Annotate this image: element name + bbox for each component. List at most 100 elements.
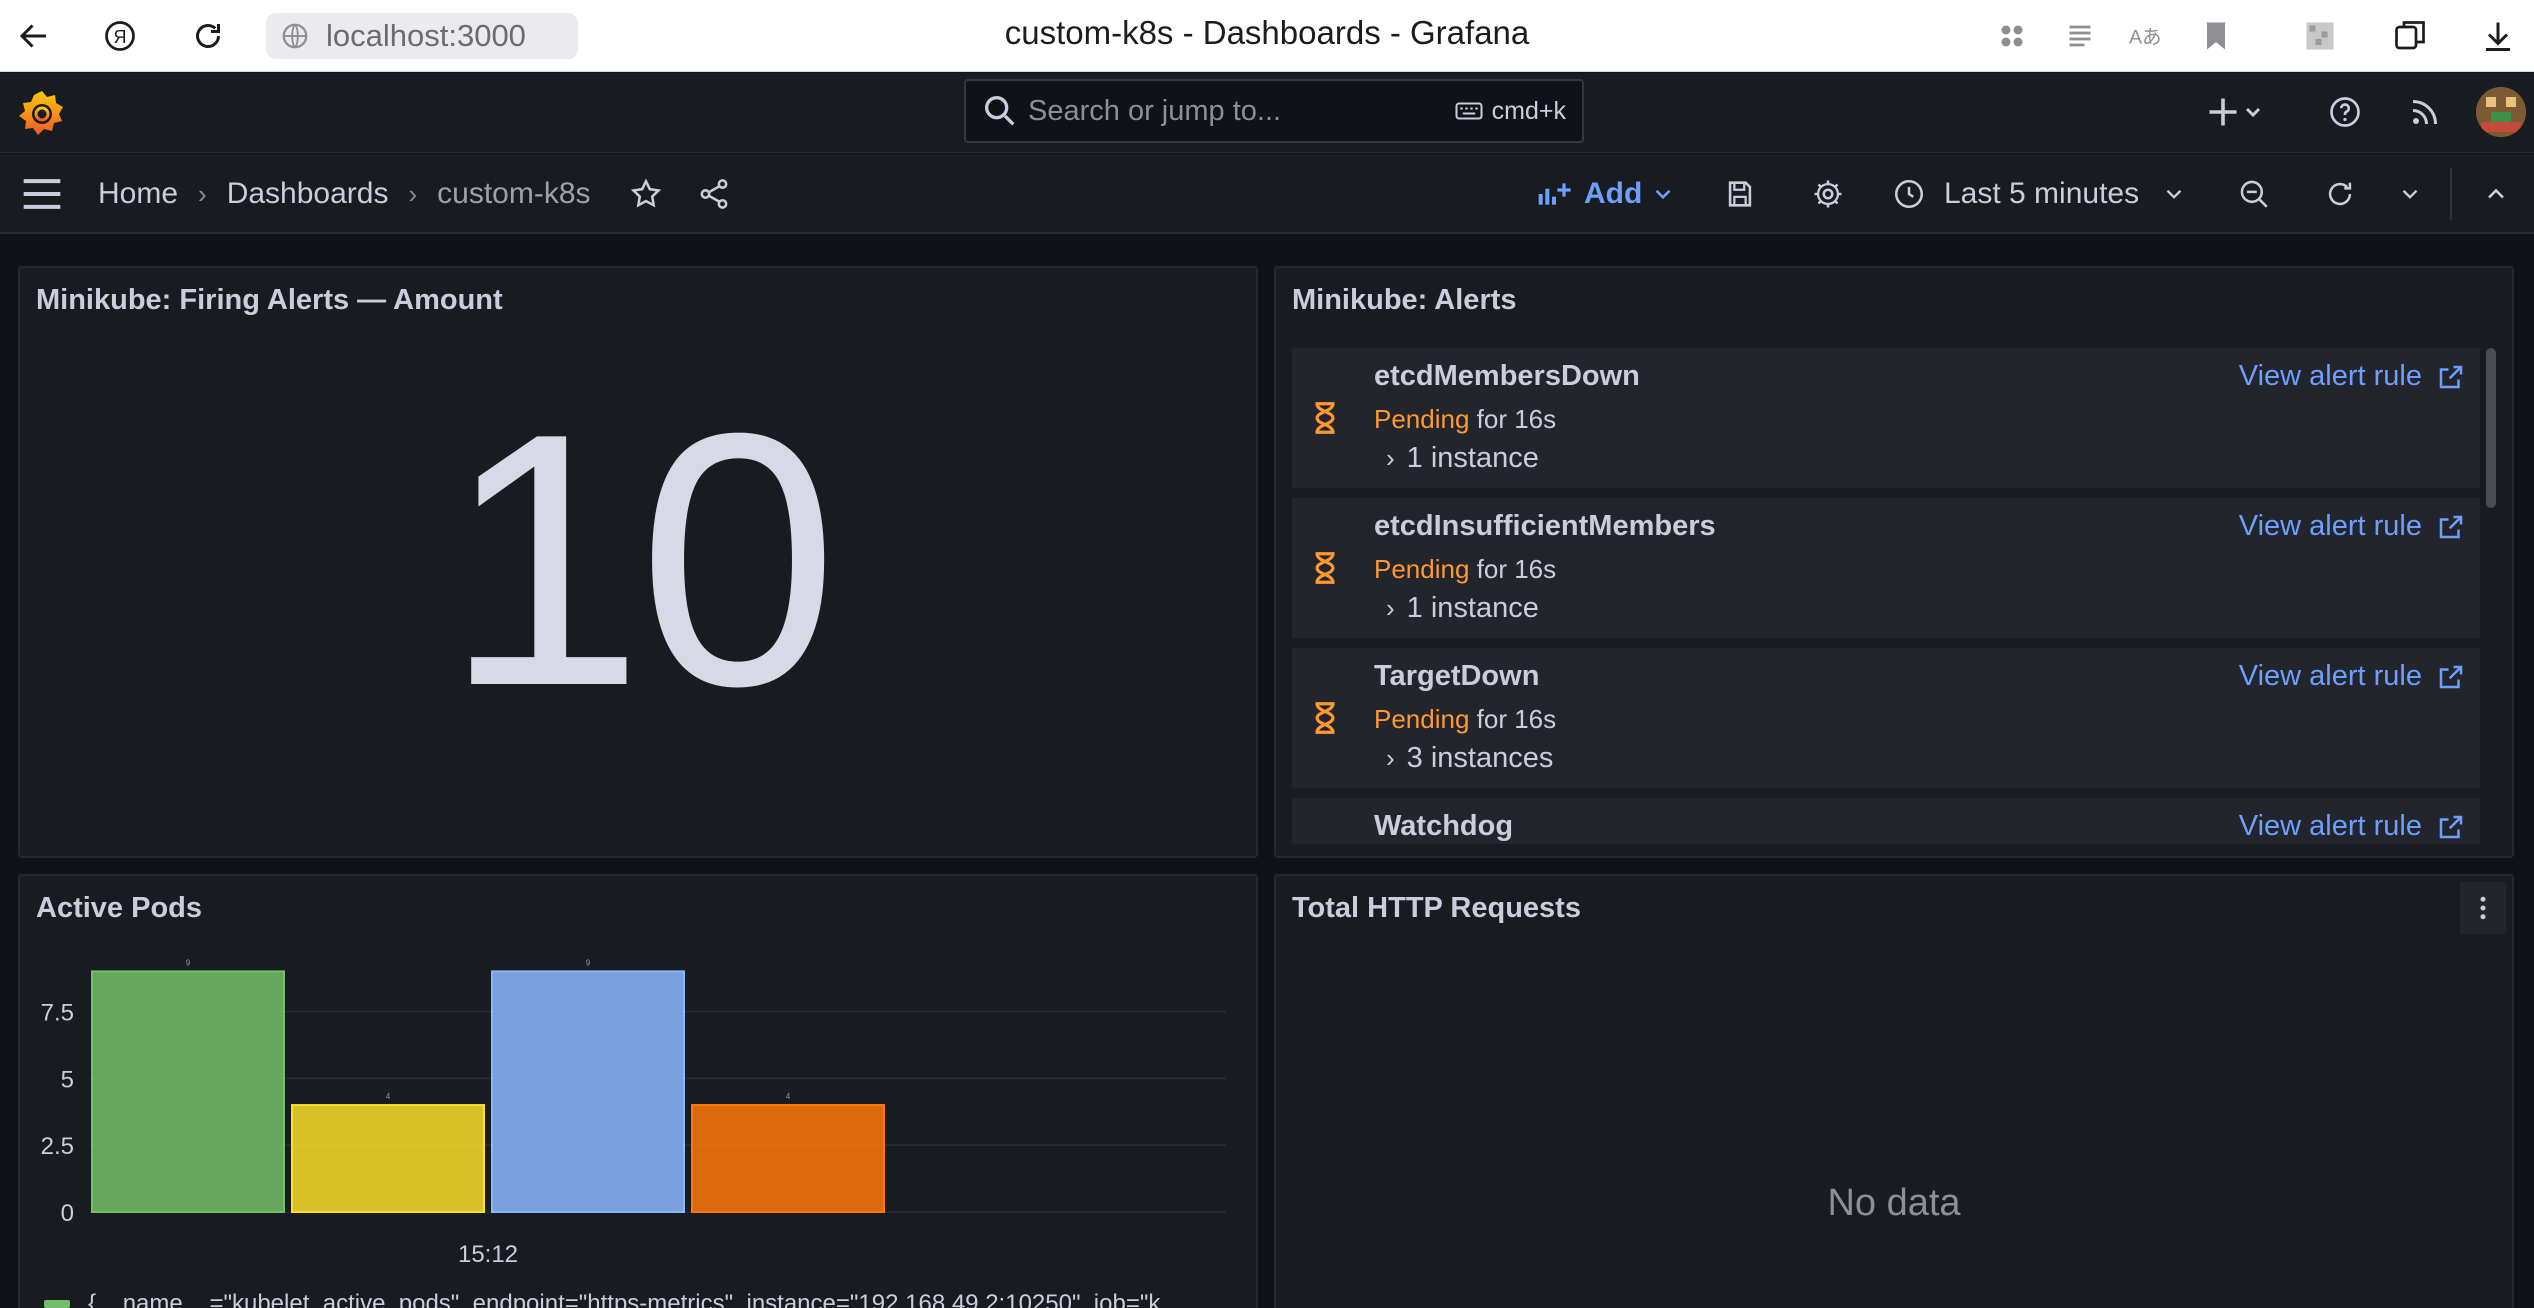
- data-label: 4: [386, 1092, 391, 1101]
- grafana-logo-icon[interactable]: [14, 85, 70, 141]
- site-info-icon[interactable]: [278, 19, 312, 53]
- save-icon: [1728, 181, 1752, 207]
- alert-state-label: Pending: [1374, 554, 1470, 584]
- plus-chevron-icon: [2209, 98, 2261, 126]
- bar: [691, 1104, 885, 1213]
- alert-state: Pending for 16s: [1374, 704, 1556, 735]
- hourglass-icon: [1315, 702, 1335, 734]
- back-arrow-icon[interactable]: [14, 16, 54, 56]
- url-text: localhost:3000: [326, 18, 526, 53]
- data-label: 4: [786, 1092, 791, 1101]
- yandex-icon[interactable]: Я: [100, 16, 140, 56]
- reader-mode-icon[interactable]: [2060, 16, 2100, 56]
- scrollbar[interactable]: [2486, 348, 2496, 508]
- toolbar-divider: [2450, 168, 2452, 220]
- star-icon: [630, 178, 662, 208]
- instances-toggle[interactable]: › 3 instances: [1386, 742, 1553, 775]
- breadcrumb-dashboards[interactable]: Dashboards: [227, 177, 389, 211]
- y-tick-label: 5: [61, 1066, 74, 1093]
- chevron-right-icon: ›: [1386, 743, 1395, 773]
- search-input[interactable]: Search or jump to... cmd+k: [964, 79, 1584, 143]
- alert-duration: for 16s: [1476, 554, 1557, 584]
- breadcrumb-home[interactable]: Home: [98, 177, 178, 211]
- bookmark-icon[interactable]: [2196, 16, 2236, 56]
- alert-item: Watchdog View alert rule: [1292, 798, 2480, 844]
- bar: [291, 1104, 485, 1213]
- alerts-panel[interactable]: Minikube: Alerts etcdMembersDown Pending…: [1274, 266, 2514, 858]
- refresh-icon: [2328, 182, 2352, 206]
- share-button[interactable]: [692, 174, 736, 214]
- firing-alerts-panel[interactable]: Minikube: Firing Alerts — Amount 10: [18, 266, 1258, 858]
- download-icon[interactable]: [2478, 16, 2518, 56]
- refresh-interval-button[interactable]: [2388, 174, 2432, 214]
- external-link-icon: [2439, 815, 2463, 838]
- tab-title: custom-k8s - Dashboards - Grafana: [1004, 14, 1530, 51]
- view-rule-label: View alert rule: [2238, 360, 2422, 392]
- view-alert-rule-link[interactable]: View alert rule: [2239, 360, 2466, 393]
- kebab-menu-icon: [2480, 896, 2486, 920]
- collections-icon[interactable]: [2390, 16, 2430, 56]
- y-tick-label: 2.5: [41, 1133, 74, 1160]
- search-placeholder: Search or jump to...: [1028, 94, 1282, 127]
- shortcut-label: cmd+k: [1491, 96, 1566, 125]
- hourglass-icon: [1315, 402, 1335, 434]
- y-tick-label: 0: [61, 1200, 74, 1227]
- alert-state-label: Pending: [1374, 404, 1470, 434]
- instances-toggle[interactable]: › 1 instance: [1386, 442, 1539, 475]
- new-menu-button[interactable]: [2200, 89, 2270, 135]
- active-pods-panel[interactable]: Active Pods 0 2.5 5 7.5 9 4 9 4 15:12 {__name__=…: [18, 874, 1258, 1308]
- save-dashboard-button[interactable]: [1718, 174, 1762, 214]
- instances-toggle[interactable]: › 1 instance: [1386, 592, 1539, 625]
- alert-name: TargetDown: [1374, 660, 1540, 692]
- external-link-icon: [2439, 365, 2463, 388]
- view-alert-rule-link[interactable]: View alert rule: [2239, 810, 2466, 843]
- profile-icon[interactable]: [2300, 16, 2340, 56]
- zoom-out-button[interactable]: [2232, 174, 2276, 214]
- http-requests-panel[interactable]: Total HTTP Requests No data: [1274, 874, 2514, 1308]
- alert-name: etcdInsufficientMembers: [1374, 510, 1716, 542]
- browser-toolbar: Я localhost:3000 custom-k8s - Dashboards…: [0, 0, 2534, 72]
- reload-icon[interactable]: [188, 16, 228, 56]
- external-link-icon: [2439, 515, 2463, 538]
- view-alert-rule-link[interactable]: View alert rule: [2239, 510, 2466, 543]
- star-button[interactable]: [624, 174, 668, 214]
- add-button[interactable]: Add: [1536, 174, 1684, 214]
- keyboard-icon: [1455, 102, 1483, 120]
- collapse-button[interactable]: [2474, 174, 2518, 214]
- view-rule-label: View alert rule: [2238, 660, 2422, 692]
- legend-swatch: [44, 1300, 70, 1308]
- gear-icon: [1814, 180, 1842, 208]
- menu-icon[interactable]: [20, 174, 64, 214]
- chart-legend[interactable]: {__name__="kubelet_active_pods", endpoin…: [44, 1290, 1160, 1308]
- svg-text:Я: Я: [114, 27, 127, 47]
- alert-name: Watchdog: [1374, 810, 1514, 842]
- help-button[interactable]: [2322, 89, 2368, 135]
- grafana-top-nav: Search or jump to... cmd+k: [0, 73, 2534, 153]
- news-button[interactable]: [2402, 89, 2448, 135]
- svg-text:Aあ: Aあ: [2129, 27, 2162, 49]
- bar: [491, 970, 685, 1213]
- user-avatar[interactable]: [2476, 87, 2526, 137]
- view-alert-rule-link[interactable]: View alert rule: [2239, 660, 2466, 693]
- refresh-button[interactable]: [2318, 174, 2362, 214]
- alert-item: etcdInsufficientMembers Pending for 16s …: [1292, 498, 2480, 638]
- alert-item: etcdMembersDown Pending for 16s › 1 insta…: [1292, 348, 2480, 488]
- time-range-label: Last 5 minutes: [1944, 177, 2140, 210]
- chevron-right-icon: ›: [1386, 593, 1395, 623]
- instances-label: 3 instances: [1406, 742, 1554, 774]
- clock-icon: [1894, 179, 1924, 209]
- time-range-picker[interactable]: Last 5 minutes: [1892, 170, 2187, 218]
- breadcrumb-chevron-icon: ›: [198, 178, 207, 209]
- panel-menu-button[interactable]: [2460, 882, 2506, 934]
- breadcrumb-current: custom-k8s: [437, 177, 591, 210]
- extensions-icon[interactable]: [1992, 16, 2032, 56]
- help-icon: [2330, 97, 2360, 127]
- chevron-down-icon: [2402, 189, 2418, 199]
- alert-duration: for 16s: [1476, 704, 1557, 734]
- rss-icon: [2412, 100, 2437, 125]
- chevron-right-icon: ›: [1386, 443, 1395, 473]
- instances-label: 1 instance: [1406, 592, 1539, 624]
- settings-button[interactable]: [1806, 174, 1850, 214]
- address-bar[interactable]: localhost:3000: [266, 13, 578, 59]
- translate-icon[interactable]: Aあ: [2124, 16, 2164, 56]
